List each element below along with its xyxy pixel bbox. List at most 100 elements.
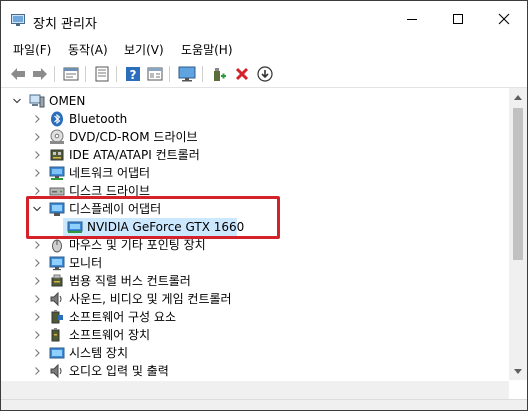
tree-item-label: 사운드, 비디오 및 게임 컨트롤러 (69, 292, 232, 306)
forward-button[interactable] (31, 65, 49, 83)
window-title: 장치 관리자 (33, 17, 97, 32)
toolbar: ? (1, 61, 527, 88)
tree-item-software-device[interactable]: 소프트웨어 장치 (1, 326, 509, 344)
add-driver-icon (214, 68, 226, 81)
monitor-icon (49, 256, 65, 271)
tree-item-ide[interactable]: IDE ATA/ATAPI 컨트롤러 (1, 146, 509, 164)
software-component-icon (51, 310, 63, 324)
expand-chevron-icon[interactable] (31, 254, 43, 272)
device-manager-app-icon (11, 14, 25, 26)
list-view-button[interactable] (93, 65, 111, 83)
update-driver-button[interactable] (210, 65, 228, 83)
device-tree: OMEN Bluetooth DVD/CD-ROM 드라이브 IDE ATA/A… (1, 88, 509, 380)
tree-item-label: 마우스 및 기타 포인팅 장치 (69, 238, 206, 252)
details-view-icon (147, 67, 163, 81)
toolbar-separator (85, 66, 86, 82)
tree-item-label: 모니터 (69, 256, 103, 270)
list-view-icon (95, 66, 109, 82)
expand-chevron-icon[interactable] (31, 164, 43, 182)
horizontal-scrollbar[interactable] (1, 381, 509, 399)
tree-item-network[interactable]: 네트워크 어댑터 (1, 164, 509, 182)
vertical-scrollbar-thumb[interactable] (513, 108, 523, 260)
tree-item-audio-io[interactable]: 오디오 입력 및 출력 (1, 362, 509, 380)
tree-item-label: 소프트웨어 구성 요소 (69, 310, 176, 324)
close-button[interactable] (481, 1, 527, 37)
tree-item-dvd[interactable]: DVD/CD-ROM 드라이브 (1, 128, 509, 146)
speaker-icon (50, 291, 62, 307)
toolbar-separator (116, 66, 117, 82)
uninstall-button[interactable] (233, 65, 251, 83)
download-driver-icon (257, 66, 273, 82)
ide-controller-icon (50, 149, 64, 161)
properties-sheet-icon (63, 67, 79, 81)
download-driver-button[interactable] (256, 65, 274, 83)
collapse-chevron-icon[interactable] (11, 92, 23, 110)
expand-chevron-icon[interactable] (31, 290, 43, 308)
minimize-button[interactable] (389, 1, 435, 37)
title-bar: 장치 관리자 (1, 1, 527, 37)
tree-item-label: Bluetooth (69, 112, 128, 126)
minimize-icon (407, 19, 417, 20)
expand-chevron-icon[interactable] (31, 344, 43, 362)
bluetooth-icon (51, 111, 63, 127)
tree-item-usb[interactable]: 범용 직렬 버스 컨트롤러 (1, 272, 509, 290)
menu-action[interactable]: 동작(A) (68, 41, 108, 58)
tree-item-sound[interactable]: 사운드, 비디오 및 게임 컨트롤러 (1, 290, 509, 308)
close-icon (498, 13, 510, 25)
usb-controller-icon (51, 274, 63, 287)
scroll-up-arrow-icon[interactable] (513, 93, 523, 101)
network-adapter-icon (49, 166, 65, 180)
monitor-scan-icon (178, 66, 196, 82)
svg-text:?: ? (130, 68, 137, 82)
forward-arrow-icon (33, 68, 47, 80)
audio-io-icon (50, 363, 62, 379)
computer-icon (29, 94, 45, 108)
software-device-icon (51, 328, 60, 342)
expand-chevron-icon[interactable] (31, 146, 43, 164)
menu-view[interactable]: 보기(V) (124, 41, 164, 58)
menu-help[interactable]: 도움말(H) (181, 41, 233, 58)
tree-item-label: 범용 직렬 버스 컨트롤러 (69, 274, 191, 288)
tree-root[interactable]: OMEN (1, 92, 509, 110)
system-device-icon (49, 347, 65, 359)
maximize-button[interactable] (435, 1, 481, 37)
tree-item-system-device[interactable]: 시스템 장치 (1, 344, 509, 362)
dvd-drive-icon (50, 129, 64, 144)
annotation-highlight-box (26, 196, 280, 239)
tree-root-label: OMEN (49, 94, 86, 108)
maximize-icon (453, 14, 463, 24)
tree-item-bluetooth[interactable]: Bluetooth (1, 110, 509, 128)
expand-chevron-icon[interactable] (31, 272, 43, 290)
expand-chevron-icon[interactable] (31, 128, 43, 146)
details-view-button[interactable] (146, 65, 164, 83)
tree-item-label: 네트워크 어댑터 (69, 166, 151, 180)
expand-chevron-icon[interactable] (31, 362, 43, 380)
scroll-down-arrow-icon[interactable] (513, 368, 523, 376)
tree-item-label: 소프트웨어 장치 (69, 328, 151, 342)
tree-item-label: 시스템 장치 (69, 346, 129, 360)
back-arrow-icon (11, 68, 25, 80)
expand-chevron-icon[interactable] (31, 308, 43, 326)
remove-x-icon (235, 67, 249, 81)
toolbar-separator (169, 66, 170, 82)
menu-file[interactable]: 파일(F) (13, 41, 51, 58)
toolbar-separator (202, 66, 203, 82)
vertical-scrollbar[interactable] (509, 88, 527, 380)
properties-button[interactable] (62, 65, 80, 83)
back-button[interactable] (9, 65, 27, 83)
tree-item-label: DVD/CD-ROM 드라이브 (69, 130, 198, 144)
scan-hardware-button[interactable] (178, 65, 196, 83)
help-button[interactable]: ? (124, 65, 142, 83)
expand-chevron-icon[interactable] (31, 110, 43, 128)
help-icon: ? (126, 67, 140, 82)
status-bar (1, 399, 527, 410)
tree-item-label: IDE ATA/ATAPI 컨트롤러 (69, 148, 200, 162)
toolbar-separator (54, 66, 55, 82)
tree-item-software-component[interactable]: 소프트웨어 구성 요소 (1, 308, 509, 326)
device-manager-window: 장치 관리자 파일(F) 동작(A) 보기(V) 도움말(H) ? OMEN B… (0, 0, 528, 411)
mouse-icon (52, 239, 62, 253)
expand-chevron-icon[interactable] (31, 326, 43, 344)
tree-item-label: 오디오 입력 및 출력 (69, 364, 169, 378)
menu-bar: 파일(F) 동작(A) 보기(V) 도움말(H) (1, 38, 527, 60)
tree-item-monitor[interactable]: 모니터 (1, 254, 509, 272)
